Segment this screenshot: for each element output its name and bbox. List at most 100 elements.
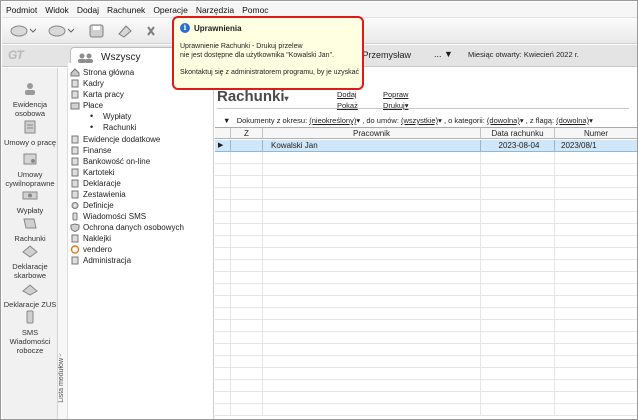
tree-item-ochrona-danych[interactable]: Ochrona danych osobowych xyxy=(70,222,184,233)
module-deklaracje-skarbowe[interactable]: Deklaracje skarbowe xyxy=(2,244,58,280)
module-list-splitter[interactable]: › › › Lista modułów xyxy=(58,68,68,419)
empty-table-row[interactable] xyxy=(215,332,637,344)
forward-button[interactable] xyxy=(48,22,74,40)
tree-item-naklejki[interactable]: Naklejki xyxy=(70,233,111,244)
empty-table-row[interactable] xyxy=(215,248,637,260)
save-button[interactable] xyxy=(88,22,106,40)
tree-item-wyplaty[interactable]: • Wypłaty xyxy=(90,111,131,122)
edit-button[interactable] xyxy=(116,22,134,40)
chevron-down-icon[interactable]: ▾ xyxy=(356,116,360,125)
empty-table-row[interactable] xyxy=(215,176,637,188)
module-umowy-cywilnoprawne[interactable]: Umowy cywilnoprawne xyxy=(2,152,58,188)
row-indicator: ▶ xyxy=(215,140,231,152)
people-icon xyxy=(78,53,93,63)
empty-table-row[interactable] xyxy=(215,224,637,236)
module-label: Ewidencja osobowa xyxy=(12,100,48,118)
tree-item-kadry[interactable]: Kadry xyxy=(70,78,104,89)
edit-link[interactable]: Popraw xyxy=(383,90,408,99)
bullet-icon: • xyxy=(90,111,94,121)
tree-item-place[interactable]: Płace xyxy=(70,100,103,111)
empty-table-row[interactable] xyxy=(215,356,637,368)
empty-table-row[interactable] xyxy=(215,284,637,296)
tree-item-deklaracje[interactable]: Deklaracje xyxy=(70,178,121,189)
show-link[interactable]: Pokaż xyxy=(337,101,358,110)
menu-narzedzia[interactable]: Narzędzia xyxy=(196,5,234,15)
tree-item-rachunki[interactable]: • Rachunki xyxy=(90,122,136,133)
tree-item-finanse[interactable]: Finanse xyxy=(70,145,111,156)
cell-data xyxy=(481,308,555,320)
module-rachunki[interactable]: Rachunki xyxy=(2,216,58,243)
menu-operacje[interactable]: Operacje xyxy=(153,5,188,15)
chevron-down-icon[interactable]: ▾ xyxy=(438,116,442,125)
company-dropdown[interactable]: ... ▼ xyxy=(434,49,458,63)
empty-table-row[interactable] xyxy=(215,212,637,224)
flag-filter[interactable]: (dowolna) xyxy=(556,116,589,125)
cell-pracownik xyxy=(263,248,481,260)
row-indicator xyxy=(215,344,231,356)
module-ewidencja-osobowa[interactable]: Ewidencja osobowa xyxy=(2,82,58,118)
module-umowy-o-prace[interactable]: Umowy o pracę xyxy=(2,120,58,147)
cell-pracownik xyxy=(263,308,481,320)
cell-pracownik xyxy=(263,332,481,344)
tree-item-label: Deklaracje xyxy=(83,179,121,188)
back-button[interactable] xyxy=(10,22,36,40)
print-dropdown[interactable]: Drukuj▾ xyxy=(383,101,408,110)
column-header-pracownik[interactable]: Pracownik xyxy=(263,128,481,139)
tree-item-bankowosc[interactable]: Bankowość on-line xyxy=(70,156,150,167)
cell-z xyxy=(231,152,263,164)
module-sms[interactable]: SMS Wiadomości robocze xyxy=(2,310,58,355)
module-deklaracje-zus[interactable]: Deklaracje ZUS xyxy=(2,282,58,309)
document-icon xyxy=(71,168,79,177)
refresh-button[interactable] xyxy=(144,22,162,40)
add-link[interactable]: Dodaj xyxy=(337,90,357,99)
period-filter[interactable]: (nieokreślony) xyxy=(309,116,356,125)
tree-item-administracja[interactable]: Administracja xyxy=(70,255,131,266)
menu-podmiot[interactable]: Podmiot xyxy=(6,5,37,15)
tree-item-wiadomosci-sms[interactable]: Wiadomości SMS xyxy=(70,211,146,222)
menu-pomoc[interactable]: Pomoc xyxy=(242,5,268,15)
empty-table-row[interactable] xyxy=(215,344,637,356)
empty-table-row[interactable] xyxy=(215,164,637,176)
tree-item-definicje[interactable]: Definicje xyxy=(70,200,114,211)
empty-table-row[interactable] xyxy=(215,188,637,200)
menu-dodaj[interactable]: Dodaj xyxy=(77,5,99,15)
empty-table-row[interactable] xyxy=(215,308,637,320)
tree-item-kartoteki[interactable]: Kartoteki xyxy=(70,167,115,178)
cell-numer xyxy=(555,404,637,416)
page-title[interactable]: Rachunki▾ xyxy=(217,88,289,105)
empty-table-row[interactable] xyxy=(215,380,637,392)
filters-collapse-icon[interactable]: ▼ xyxy=(223,116,230,125)
column-header-data[interactable]: Data rachunku xyxy=(481,128,555,139)
document-icon xyxy=(71,146,79,155)
table-row[interactable]: ▶ Kowalski Jan 2023-08-04 2023/08/1 xyxy=(215,140,637,152)
row-indicator xyxy=(215,272,231,284)
tree-item-karta-pracy[interactable]: Karta pracy xyxy=(70,89,124,100)
column-header-numer[interactable]: Numer xyxy=(555,128,637,139)
empty-table-row[interactable] xyxy=(215,272,637,284)
category-filter[interactable]: (dowolna) xyxy=(487,116,520,125)
empty-table-row[interactable] xyxy=(215,368,637,380)
tree-item-zestawienia[interactable]: Zestawienia xyxy=(70,189,126,200)
menu-widok[interactable]: Widok xyxy=(45,5,69,15)
module-wyplaty[interactable]: Wypłaty xyxy=(2,188,58,215)
chevron-down-icon[interactable]: ▾ xyxy=(589,116,593,125)
empty-table-row[interactable] xyxy=(215,152,637,164)
empty-table-row[interactable] xyxy=(215,200,637,212)
menu-rachunek[interactable]: Rachunek xyxy=(107,5,145,15)
cell-data: 2023-08-04 xyxy=(481,140,555,152)
chevron-down-icon[interactable]: ▾ xyxy=(520,116,524,125)
tree-item-strona-glowna[interactable]: Strona główna xyxy=(70,67,134,78)
column-header-z[interactable]: Z xyxy=(231,128,263,139)
tree-item-ewidencje-dodatkowe[interactable]: Ewidencje dodatkowe xyxy=(70,134,160,145)
empty-table-row[interactable] xyxy=(215,260,637,272)
empty-table-row[interactable] xyxy=(215,320,637,332)
tree-item-vendero[interactable]: vendero xyxy=(70,244,112,255)
cell-pracownik xyxy=(263,212,481,224)
document-icon xyxy=(71,90,79,99)
cell-z xyxy=(231,368,263,380)
empty-table-row[interactable] xyxy=(215,236,637,248)
empty-table-row[interactable] xyxy=(215,296,637,308)
empty-table-row[interactable] xyxy=(215,404,637,416)
empty-table-row[interactable] xyxy=(215,392,637,404)
contracts-filter[interactable]: (wszystkie) xyxy=(401,116,438,125)
